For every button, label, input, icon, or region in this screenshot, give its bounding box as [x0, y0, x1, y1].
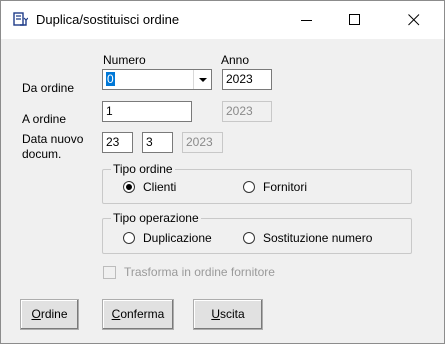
da-ordine-anno-field[interactable]: 2023: [222, 69, 272, 90]
tipo-operazione-group: Tipo operazione Duplicazione Sostituzion…: [102, 211, 412, 254]
radio-sostituzione[interactable]: Sostituzione numero: [243, 231, 372, 245]
uscita-label: scita: [219, 307, 245, 321]
radio-clienti-label: Clienti: [143, 180, 177, 194]
close-button[interactable]: [391, 1, 437, 39]
uscita-button[interactable]: Uscita: [193, 299, 263, 330]
da-ordine-numero-value: 0: [106, 72, 115, 86]
radio-clienti[interactable]: Clienti: [123, 180, 176, 194]
data-nuovo-label-2: docum.: [22, 147, 62, 161]
maximize-icon: [349, 14, 360, 25]
dialog-window: Duplica/sostituisci ordine Numero Anno D…: [0, 0, 445, 344]
radio-checked-icon: [123, 181, 135, 193]
app-icon: [12, 12, 29, 28]
header-anno: Anno: [221, 53, 250, 67]
conferma-mnemonic: C: [111, 307, 121, 321]
radio-duplicazione[interactable]: Duplicazione: [123, 231, 212, 245]
radio-duplicazione-label: Duplicazione: [143, 231, 212, 245]
radio-fornitori-label: Fornitori: [263, 180, 308, 194]
checkbox-icon: [103, 265, 116, 279]
title-bar: Duplica/sostituisci ordine: [1, 1, 444, 39]
minimize-button[interactable]: [284, 1, 330, 39]
a-ordine-anno-field: 2023: [222, 101, 272, 122]
tipo-operazione-title: Tipo operazione: [111, 211, 201, 225]
radio-unchecked-icon: [243, 181, 255, 193]
a-ordine-label: A ordine: [22, 112, 67, 126]
chevron-down-icon[interactable]: [193, 70, 211, 89]
trasforma-checkbox: Trasforma in ordine fornitore: [103, 265, 275, 279]
da-ordine-label: Da ordine: [22, 81, 75, 95]
radio-sostituzione-label: Sostituzione numero: [263, 231, 373, 245]
radio-unchecked-icon: [123, 232, 135, 244]
window-title: Duplica/sostituisci ordine: [36, 12, 180, 27]
uscita-mnemonic: U: [211, 307, 220, 321]
conferma-button[interactable]: Conferma: [102, 299, 174, 330]
conferma-label: onferma: [120, 307, 165, 321]
data-giorno-field[interactable]: 23: [102, 132, 133, 153]
trasforma-label: Trasforma in ordine fornitore: [124, 265, 275, 279]
close-icon: [408, 14, 420, 26]
ordine-mnemonic: O: [31, 307, 41, 321]
a-ordine-numero-field[interactable]: 1: [102, 101, 192, 122]
data-nuovo-label: Data nuovo: [22, 132, 84, 146]
maximize-button[interactable]: [332, 1, 378, 39]
tipo-ordine-group: Tipo ordine Clienti Fornitori: [102, 162, 412, 204]
ordine-button[interactable]: Ordine: [20, 299, 79, 330]
data-mese-field[interactable]: 3: [142, 132, 173, 153]
da-ordine-numero-combo[interactable]: 0: [102, 69, 212, 90]
tipo-ordine-title: Tipo ordine: [111, 162, 175, 176]
radio-fornitori[interactable]: Fornitori: [243, 180, 307, 194]
minimize-icon: [301, 20, 312, 21]
ordine-label: rdine: [40, 307, 68, 321]
radio-unchecked-icon: [243, 232, 255, 244]
data-anno-field: 2023: [182, 132, 223, 153]
header-numero: Numero: [103, 53, 146, 67]
